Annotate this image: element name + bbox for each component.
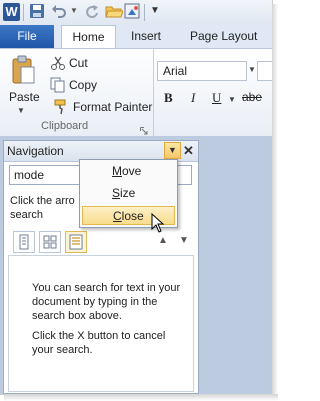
search-help-message: You can search for text in your document… xyxy=(32,282,181,322)
ribbon: Paste ▼ Cut Copy Format Painter Clipboar… xyxy=(0,48,272,137)
browse-pages-tab[interactable] xyxy=(39,231,61,253)
toolbar-separator xyxy=(144,4,145,21)
customize-icon[interactable] xyxy=(124,3,142,25)
next-result-icon[interactable]: ▼ xyxy=(179,235,189,246)
navigation-view-tabs: ▲ ▼ xyxy=(9,230,194,256)
scissors-icon xyxy=(50,55,66,71)
paste-dropdown-icon[interactable]: ▼ xyxy=(17,106,25,115)
paintbrush-icon xyxy=(54,99,70,115)
dialog-launcher-icon[interactable] xyxy=(140,122,148,135)
navigation-title: Navigation xyxy=(7,144,64,158)
open-folder-icon[interactable] xyxy=(105,3,124,24)
browse-results-tab[interactable] xyxy=(65,231,87,253)
clipboard-group-label: Clipboard xyxy=(41,120,89,132)
bold-button[interactable]: B xyxy=(164,90,173,106)
cut-label: Cut xyxy=(69,56,88,70)
undo-dropdown-icon[interactable]: ▼ xyxy=(70,6,78,15)
font-dropdown-icon[interactable]: ▼ xyxy=(248,65,256,74)
word-logo-icon[interactable]: W xyxy=(3,3,20,21)
tab-page-layout[interactable]: Page Layout xyxy=(190,25,257,48)
redo-icon[interactable] xyxy=(84,3,100,24)
underline-dropdown-icon[interactable]: ▼ xyxy=(228,95,236,104)
menu-item-size[interactable]: Size xyxy=(82,184,175,203)
copy-icon xyxy=(50,77,66,93)
italic-button[interactable]: I xyxy=(191,90,195,106)
font-group: Arial ▼ B I U ▼ abe xyxy=(153,49,272,136)
word-window: W ▼ ▼ File Home Insert Page Layout Paste… xyxy=(0,0,273,395)
toolbar-separator xyxy=(23,4,24,21)
close-icon[interactable]: ✕ xyxy=(183,143,194,159)
mouse-cursor-icon xyxy=(151,212,165,238)
browse-headings-tab[interactable] xyxy=(13,231,35,253)
underline-button[interactable]: U xyxy=(212,90,221,106)
font-size-select[interactable] xyxy=(257,61,272,81)
clipboard-group: Paste ▼ Cut Copy Format Painter Clipboar… xyxy=(0,49,154,136)
copy-label: Copy xyxy=(69,78,98,92)
search-results-panel: You can search for text in your document… xyxy=(8,255,194,392)
tab-insert[interactable]: Insert xyxy=(131,25,161,48)
paste-icon[interactable] xyxy=(11,55,35,85)
window-shadow xyxy=(272,4,278,401)
cancel-help-message: Click the X button to cancel your search… xyxy=(32,330,166,356)
font-family-select[interactable]: Arial xyxy=(157,61,247,81)
undo-icon[interactable] xyxy=(51,3,67,24)
ribbon-tabs: File Home Insert Page Layout xyxy=(0,25,272,48)
pane-options-dropdown[interactable]: ▼ xyxy=(164,142,181,159)
tab-file[interactable]: File xyxy=(0,25,54,48)
format-painter-label: Format Painter xyxy=(73,100,153,114)
customize-toolbar-dropdown-icon[interactable]: ▼ xyxy=(150,5,160,16)
save-icon[interactable] xyxy=(29,3,45,24)
strikethrough-button[interactable]: abe xyxy=(242,90,262,104)
quick-access-toolbar: W ▼ ▼ xyxy=(0,0,272,25)
search-hint: Click the arro search xyxy=(10,195,75,221)
tab-home[interactable]: Home xyxy=(61,25,116,48)
window-shadow xyxy=(4,394,278,401)
paste-button[interactable]: Paste xyxy=(9,90,40,104)
menu-item-move[interactable]: Move xyxy=(82,162,175,181)
